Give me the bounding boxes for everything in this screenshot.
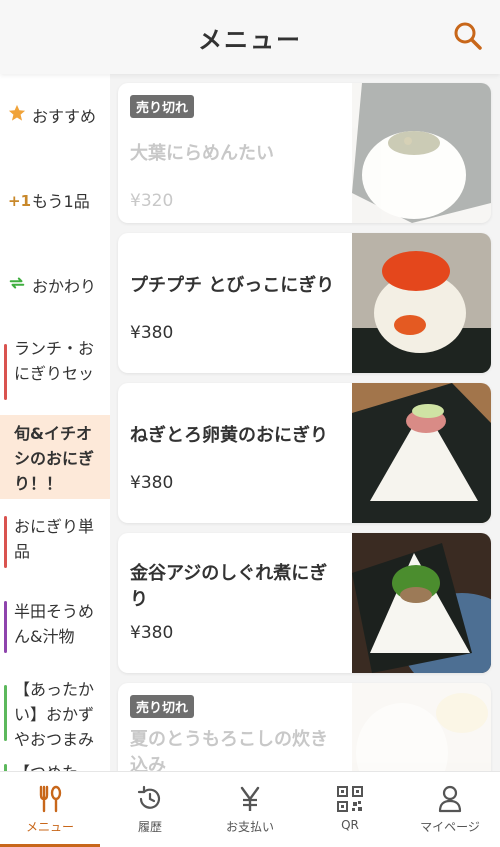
tab-label: QR: [341, 818, 359, 832]
category-color-bar: [4, 601, 7, 653]
tab-history[interactable]: 履歴: [100, 772, 200, 847]
menu-item-name: 金谷アジのしぐれ煮にぎ り: [130, 561, 327, 613]
tab-label: マイページ: [420, 820, 480, 834]
menu-item-name-line: り: [130, 589, 148, 610]
menu-item-name-line: 夏のとうもろこしの炊き: [130, 729, 328, 750]
menu-list: 売り切れ 大葉にらめんたい ¥320 プチプチ とびっこにぎり ¥380 ねぎと…: [110, 74, 500, 771]
user-icon: [438, 785, 462, 813]
category-one-more[interactable]: +1 もう1品: [0, 187, 110, 215]
category-label-line: ランチ・お: [14, 339, 95, 358]
category-label-line: やおつまみ: [14, 730, 95, 749]
plus-one-icon: +1: [8, 191, 32, 210]
category-seasonal-pick[interactable]: 旬&イチオ シのおにぎ り！！: [0, 415, 110, 499]
menu-item-name-line: 込み: [130, 755, 166, 771]
search-button[interactable]: [452, 20, 484, 52]
menu-item-name: プチプチ とびっこにぎり: [130, 275, 335, 296]
tab-label: お支払い: [225, 820, 274, 834]
menu-item-name: 大葉にらめんたい: [130, 143, 274, 164]
menu-item-card[interactable]: 金谷アジのしぐれ煮にぎ り ¥380: [118, 533, 491, 673]
category-label-line: ん&汁物: [14, 627, 75, 646]
category-recommended[interactable]: おすすめ: [0, 102, 110, 130]
tab-menu[interactable]: メニュー: [0, 772, 100, 847]
category-label-line: おにぎり単: [14, 517, 95, 536]
category-color-bar: [4, 764, 7, 771]
category-label-line: 半田そうめ: [14, 602, 95, 621]
category-label-line: い】おかず: [14, 705, 95, 724]
category-label-line: 【あったか: [14, 680, 95, 699]
menu-item-card[interactable]: 売り切れ 夏のとうもろこしの炊き 込み: [118, 683, 491, 771]
fork-spoon-icon: [39, 785, 62, 813]
category-label-line: 旬&イチオ: [14, 424, 92, 443]
category-label: もう1品: [32, 191, 90, 211]
tab-qr[interactable]: QR: [300, 772, 400, 847]
category-label-line: 品: [14, 542, 31, 561]
menu-item-photo: [352, 533, 491, 673]
category-refill[interactable]: おかわり: [0, 272, 110, 300]
tab-label: メニュー: [25, 820, 74, 834]
menu-item-photo: [352, 83, 491, 223]
category-label-line: シのおにぎ: [14, 449, 95, 468]
star-icon: [8, 104, 26, 129]
menu-item-card[interactable]: プチプチ とびっこにぎり ¥380: [118, 233, 491, 373]
category-color-bar: [4, 344, 7, 400]
tab-label: 履歴: [137, 820, 162, 834]
yen-icon: [240, 786, 260, 811]
menu-item-price: ¥380: [130, 473, 174, 493]
tab-payment[interactable]: お支払い: [200, 772, 300, 847]
menu-item-price: ¥320: [130, 191, 174, 211]
category-label-line: り！！: [14, 474, 63, 493]
category-color-bar: [4, 685, 7, 741]
bottom-tab-bar: メニュー 履歴 お支払い QR マイページ: [0, 771, 500, 847]
category-lunch-set[interactable]: ランチ・お にぎりセッ: [0, 336, 110, 414]
search-icon: [454, 22, 482, 50]
history-icon: [137, 785, 161, 809]
menu-item-name: 夏のとうもろこしの炊き 込み: [130, 727, 328, 771]
menu-item-photo: [352, 683, 491, 771]
category-color-bar: [4, 516, 7, 568]
category-label-line: 【つめた: [14, 760, 78, 771]
menu-item-price: ¥380: [130, 623, 174, 643]
category-onigiri-single[interactable]: おにぎり単 品: [0, 514, 110, 574]
menu-item-photo: [352, 383, 491, 523]
menu-item-price: ¥380: [130, 323, 174, 343]
category-somen-soup[interactable]: 半田そうめ ん&汁物: [0, 599, 110, 659]
category-label: おかわり: [32, 276, 97, 296]
refresh-icon: [8, 274, 26, 299]
category-warm-sides[interactable]: 【あったか い】おかず やおつまみ: [0, 677, 110, 757]
category-cold[interactable]: 【つめた: [0, 760, 110, 771]
category-label-line: にぎりセッ: [14, 364, 95, 383]
category-sidebar: おすすめ +1 もう1品 おかわり ランチ・お にぎりセッ 旬&イチオ シのおに…: [0, 74, 110, 771]
tab-mypage[interactable]: マイページ: [400, 772, 500, 847]
menu-item-photo: [352, 233, 491, 373]
menu-item-card[interactable]: 売り切れ 大葉にらめんたい ¥320: [118, 83, 491, 223]
category-label: おすすめ: [32, 106, 97, 126]
qr-icon: [337, 786, 363, 812]
menu-item-name-line: 金谷アジのしぐれ煮にぎ: [130, 563, 328, 584]
menu-item-name: ねぎとろ卵黄のおにぎり: [130, 425, 328, 446]
menu-item-card[interactable]: ねぎとろ卵黄のおにぎり ¥380: [118, 383, 491, 523]
header-bar: メニュー: [0, 0, 500, 74]
page-title: メニュー: [198, 25, 302, 54]
